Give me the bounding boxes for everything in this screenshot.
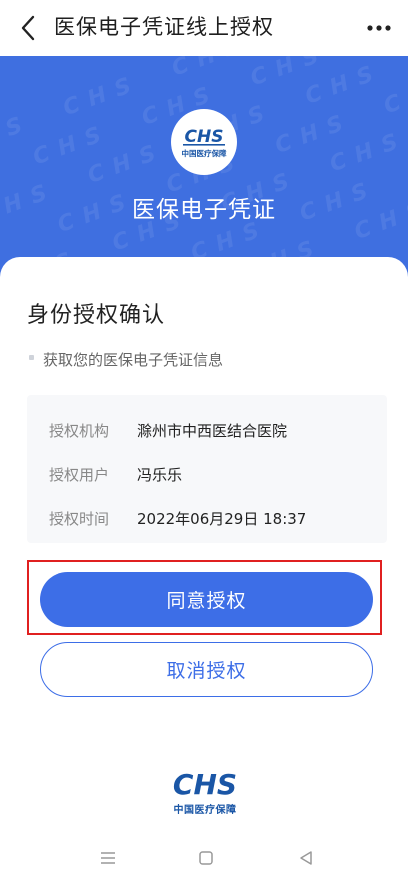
footer-logo-caption: 中国医疗保障 — [173, 805, 237, 816]
menu-lines-icon — [101, 852, 115, 864]
info-label: 授权用户 — [49, 466, 110, 484]
chs-footer-logo-icon: CHS — [173, 768, 237, 800]
info-value: 2022年06月29日 18:37 — [137, 510, 307, 528]
page-title: 医保电子凭证线上授权 — [54, 15, 274, 39]
back-button[interactable] — [14, 14, 42, 42]
system-nav-bar — [0, 836, 408, 881]
chs-logo: CHS 中国医疗保障 — [171, 109, 237, 175]
agree-button[interactable]: 同意授权 — [40, 572, 373, 627]
nav-home-button[interactable] — [193, 846, 219, 870]
info-box: 授权机构 滁州市中西医结合医院 授权用户 冯乐乐 授权时间 2022年06月29日 1… — [27, 395, 387, 543]
chs-logo-icon: CHS 中国医疗保障 — [182, 127, 227, 158]
info-row-user: 授权用户 冯乐乐 — [49, 464, 182, 485]
more-button[interactable] — [364, 14, 394, 42]
nav-back-button[interactable] — [293, 846, 319, 870]
card-description: 获取您的医保电子凭证信息 — [43, 351, 224, 369]
svg-text:中国医疗保障: 中国医疗保障 — [182, 148, 227, 158]
info-row-time: 授权时间 2022年06月29日 18:37 — [49, 508, 306, 529]
chevron-left-icon — [21, 15, 35, 41]
svg-text:CHS: CHS — [173, 768, 237, 800]
info-value: 滁州市中西医结合医院 — [137, 422, 288, 440]
info-row-institution: 授权机构 滁州市中西医结合医院 — [49, 420, 287, 441]
info-value: 冯乐乐 — [137, 466, 183, 484]
bullet-icon — [29, 355, 34, 360]
info-label: 授权时间 — [49, 510, 110, 528]
cancel-button[interactable]: 取消授权 — [40, 642, 373, 697]
info-label: 授权机构 — [49, 422, 110, 440]
back-triangle-icon — [300, 851, 312, 865]
home-square-icon — [199, 851, 213, 865]
top-bar: 医保电子凭证线上授权 — [0, 0, 408, 56]
footer-logo: CHS 中国医疗保障 — [166, 768, 244, 818]
hero-title: 医保电子凭证 — [132, 197, 276, 223]
card-title: 身份授权确认 — [27, 303, 166, 328]
nav-menu-button[interactable] — [95, 846, 121, 870]
more-dots-icon — [367, 25, 391, 31]
